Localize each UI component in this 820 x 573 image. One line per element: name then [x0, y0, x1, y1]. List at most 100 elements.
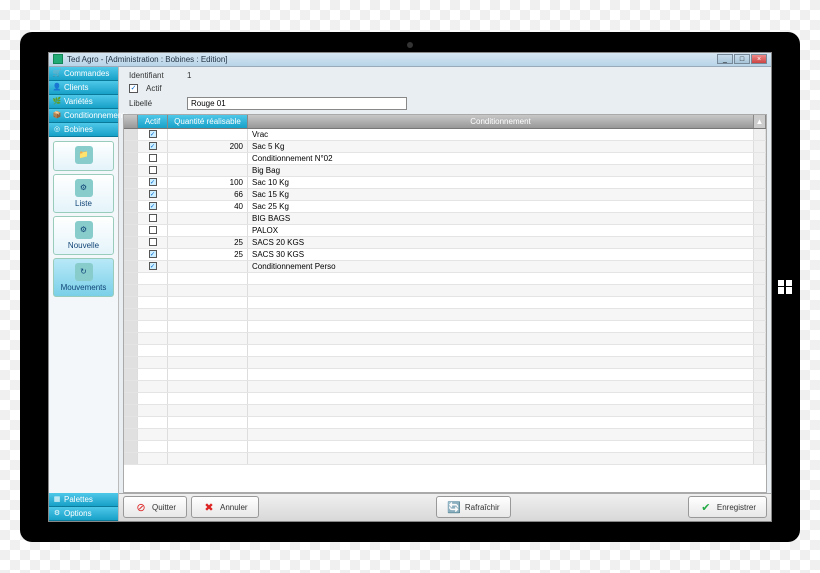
- row-checkbox[interactable]: ✓: [149, 178, 157, 186]
- row-checkbox[interactable]: [149, 226, 157, 234]
- nav-varietes[interactable]: 🌿Variétés: [49, 95, 118, 109]
- cell-cond[interactable]: Sac 15 Kg: [248, 189, 754, 200]
- nav-conditionnements[interactable]: 📦Conditionnements: [49, 109, 118, 123]
- windows-button[interactable]: [778, 280, 792, 294]
- row-checkbox[interactable]: ✓: [149, 262, 157, 270]
- row-checkbox[interactable]: ✓: [149, 142, 157, 150]
- table-row[interactable]: ✓ 40Sac 25 Kg: [124, 201, 766, 213]
- tool-liste[interactable]: ⚙Liste: [53, 174, 114, 213]
- quit-icon: ⊘: [134, 500, 148, 514]
- cell-qty[interactable]: 100: [168, 177, 248, 188]
- row-checkbox[interactable]: ✓: [149, 130, 157, 138]
- cell-qty[interactable]: 25: [168, 249, 248, 260]
- table-row[interactable]: ✓ Vrac: [124, 129, 766, 141]
- nav-commandes[interactable]: 🛒Commandes: [49, 67, 118, 81]
- row-selector[interactable]: [124, 201, 138, 212]
- grid-header-cond[interactable]: Conditionnement: [248, 115, 754, 128]
- nav-bobines[interactable]: ◎Bobines: [49, 123, 118, 137]
- maximize-button[interactable]: □: [734, 54, 750, 64]
- cell-cond[interactable]: Sac 5 Kg: [248, 141, 754, 152]
- cell-qty[interactable]: [168, 261, 248, 272]
- save-icon: ✔: [699, 500, 713, 514]
- cell-cond[interactable]: Big Bag: [248, 165, 754, 176]
- grid-header-actif[interactable]: Actif: [138, 115, 168, 128]
- row-selector[interactable]: [124, 141, 138, 152]
- row-selector[interactable]: [124, 165, 138, 176]
- cell-qty[interactable]: [168, 225, 248, 236]
- cell-cond[interactable]: SACS 30 KGS: [248, 249, 754, 260]
- cell-actif: ✓: [138, 141, 168, 152]
- nav-clients[interactable]: 👤Clients: [49, 81, 118, 95]
- row-checkbox[interactable]: [149, 166, 157, 174]
- libelle-row: Libellé: [129, 97, 761, 110]
- cell-cond[interactable]: Conditionnement N°02: [248, 153, 754, 164]
- enregistrer-button[interactable]: ✔Enregistrer: [688, 496, 767, 518]
- cell-scroll: [754, 189, 766, 200]
- cell-cond[interactable]: PALOX: [248, 225, 754, 236]
- row-selector[interactable]: [124, 249, 138, 260]
- row-selector[interactable]: [124, 261, 138, 272]
- close-button[interactable]: ×: [751, 54, 767, 64]
- table-row: [124, 369, 766, 381]
- table-row[interactable]: ✓ Conditionnement Perso: [124, 261, 766, 273]
- cell-qty[interactable]: 40: [168, 201, 248, 212]
- cell-cond[interactable]: Conditionnement Perso: [248, 261, 754, 272]
- cell-qty[interactable]: 25: [168, 237, 248, 248]
- row-selector[interactable]: [124, 225, 138, 236]
- row-selector: [124, 441, 138, 452]
- cell-cond[interactable]: Sac 10 Kg: [248, 177, 754, 188]
- row-checkbox[interactable]: ✓: [149, 190, 157, 198]
- row-selector[interactable]: [124, 177, 138, 188]
- table-row[interactable]: BIG BAGS: [124, 213, 766, 225]
- cell-cond[interactable]: Sac 25 Kg: [248, 201, 754, 212]
- cell-qty[interactable]: [168, 129, 248, 140]
- row-checkbox[interactable]: [149, 238, 157, 246]
- rafraichir-button[interactable]: 🔄Rafraîchir: [436, 496, 511, 518]
- minimize-button[interactable]: _: [717, 54, 733, 64]
- table-row[interactable]: Conditionnement N°02: [124, 153, 766, 165]
- cell-qty[interactable]: 200: [168, 141, 248, 152]
- table-row: [124, 333, 766, 345]
- cell-qty[interactable]: [168, 165, 248, 176]
- row-checkbox[interactable]: ✓: [149, 202, 157, 210]
- tool-mouvements[interactable]: ↻Mouvements: [53, 258, 114, 297]
- cell-scroll: [754, 357, 766, 368]
- cell-qty[interactable]: 66: [168, 189, 248, 200]
- tool-nouvelle[interactable]: ⚙Nouvelle: [53, 216, 114, 255]
- table-row[interactable]: Big Bag: [124, 165, 766, 177]
- cell-cond[interactable]: BIG BAGS: [248, 213, 754, 224]
- nav-options[interactable]: ⚙Options: [49, 507, 118, 521]
- tool-default[interactable]: 📁: [53, 141, 114, 171]
- cell-qty[interactable]: [168, 213, 248, 224]
- cell-cond[interactable]: Vrac: [248, 129, 754, 140]
- table-row[interactable]: ✓ 66Sac 15 Kg: [124, 189, 766, 201]
- nav-label: Palettes: [64, 495, 93, 504]
- row-checkbox[interactable]: [149, 214, 157, 222]
- quitter-button[interactable]: ⊘Quitter: [123, 496, 187, 518]
- active-checkbox[interactable]: ✓: [129, 84, 138, 93]
- table-row[interactable]: ✓ 25SACS 30 KGS: [124, 249, 766, 261]
- table-row[interactable]: ✓ 100Sac 10 Kg: [124, 177, 766, 189]
- table-row[interactable]: 25SACS 20 KGS: [124, 237, 766, 249]
- cell-cond: [248, 345, 754, 356]
- row-selector[interactable]: [124, 153, 138, 164]
- cell-cond[interactable]: SACS 20 KGS: [248, 237, 754, 248]
- new-icon: ⚙: [75, 221, 93, 239]
- cell-qty[interactable]: [168, 153, 248, 164]
- row-selector[interactable]: [124, 129, 138, 140]
- row-selector[interactable]: [124, 189, 138, 200]
- row-selector[interactable]: [124, 237, 138, 248]
- table-row: [124, 285, 766, 297]
- grid-header-qty[interactable]: Quantité réalisable: [168, 115, 248, 128]
- row-checkbox[interactable]: ✓: [149, 250, 157, 258]
- libelle-input[interactable]: [187, 97, 407, 110]
- table-row[interactable]: PALOX: [124, 225, 766, 237]
- cell-scroll: [754, 441, 766, 452]
- table-row: [124, 429, 766, 441]
- row-selector: [124, 321, 138, 332]
- annuler-button[interactable]: ✖Annuler: [191, 496, 259, 518]
- nav-palettes[interactable]: ▦Palettes: [49, 493, 118, 507]
- table-row[interactable]: ✓ 200Sac 5 Kg: [124, 141, 766, 153]
- row-selector[interactable]: [124, 213, 138, 224]
- row-checkbox[interactable]: [149, 154, 157, 162]
